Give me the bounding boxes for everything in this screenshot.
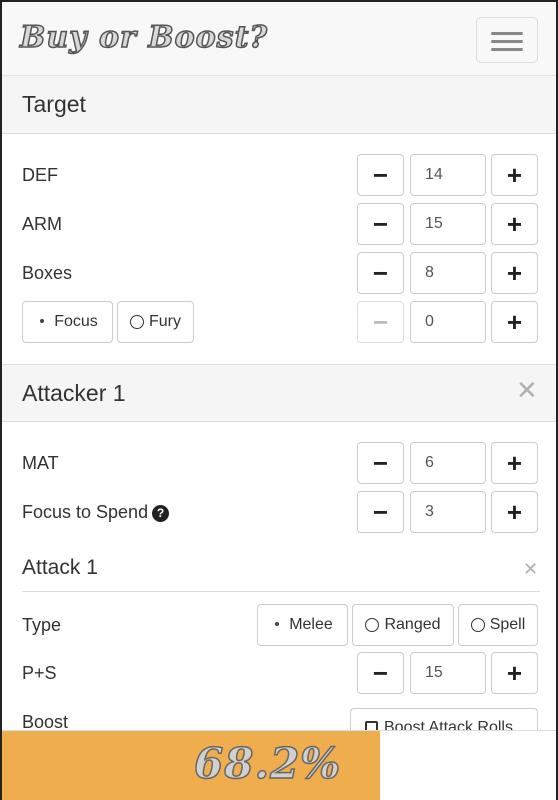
attacker-title: Attacker 1	[22, 380, 126, 406]
boxes-input[interactable]: 8	[410, 252, 486, 294]
ps-label: P+S	[22, 663, 57, 683]
mat-increment-button[interactable]: +	[491, 442, 538, 484]
focus-radio-label: Focus	[54, 313, 98, 330]
radio-unchecked-icon	[470, 618, 485, 632]
plus-icon: +	[506, 258, 523, 288]
mat-input[interactable]: 6	[410, 442, 486, 484]
focus-to-spend-label: Focus to Spend	[22, 502, 149, 522]
def-input[interactable]: 14	[410, 154, 486, 196]
boxes-label: Boxes	[22, 263, 73, 283]
probability-text: 68.2%	[193, 738, 342, 789]
resource-decrement-button[interactable]: −	[357, 301, 404, 343]
target-section-header: Target	[2, 76, 556, 134]
close-icon[interactable]: ✕	[516, 377, 538, 403]
hamburger-icon-bar	[491, 40, 523, 43]
plus-icon: +	[506, 307, 523, 337]
ps-increment-button[interactable]: +	[491, 652, 538, 694]
radio-checked-icon	[272, 619, 285, 631]
spell-radio-button[interactable]: Spell	[458, 604, 538, 646]
fury-radio-label: Fury	[149, 313, 181, 330]
ranged-radio-label: Ranged	[384, 616, 441, 633]
minus-icon: −	[372, 258, 389, 288]
question-circle-icon[interactable]: ?	[152, 505, 170, 522]
boxes-increment-button[interactable]: +	[491, 252, 538, 294]
attack-divider	[22, 591, 540, 592]
resource-input[interactable]: 0	[410, 301, 486, 343]
hamburger-icon-bar	[491, 48, 523, 51]
ps-decrement-button[interactable]: −	[357, 652, 404, 694]
mat-label: MAT	[22, 453, 59, 473]
def-label: DEF	[22, 165, 58, 185]
def-decrement-button[interactable]: −	[357, 154, 404, 196]
brand-logo[interactable]: Buy or Boost?	[19, 19, 268, 56]
plus-icon: +	[506, 658, 523, 688]
radio-unchecked-icon	[365, 618, 380, 632]
melee-radio-button[interactable]: Melee	[257, 604, 348, 646]
radio-checked-icon	[37, 316, 50, 328]
focus-spend-decrement-button[interactable]: −	[357, 491, 404, 533]
plus-icon: +	[506, 209, 523, 239]
focus-to-spend-row: Focus to Spend?	[22, 502, 170, 523]
mat-decrement-button[interactable]: −	[357, 442, 404, 484]
minus-icon: −	[372, 209, 389, 239]
resource-increment-button[interactable]: +	[491, 301, 538, 343]
focus-spend-increment-button[interactable]: +	[491, 491, 538, 533]
melee-radio-label: Melee	[289, 616, 333, 633]
boxes-decrement-button[interactable]: −	[357, 252, 404, 294]
arm-decrement-button[interactable]: −	[357, 203, 404, 245]
minus-icon: −	[372, 160, 389, 190]
plus-icon: +	[506, 448, 523, 478]
radio-unchecked-icon	[130, 315, 144, 329]
minus-icon: −	[372, 658, 389, 688]
fury-radio-button[interactable]: Fury	[117, 301, 194, 343]
arm-increment-button[interactable]: +	[491, 203, 538, 245]
def-increment-button[interactable]: +	[491, 154, 538, 196]
focus-spend-input[interactable]: 3	[410, 491, 486, 533]
target-title: Target	[22, 91, 86, 117]
plus-icon: +	[506, 160, 523, 190]
menu-toggle-button[interactable]	[476, 17, 538, 63]
ps-input[interactable]: 15	[410, 652, 486, 694]
minus-icon: −	[372, 307, 389, 337]
navbar: Buy or Boost?	[2, 2, 556, 76]
minus-icon: −	[372, 448, 389, 478]
close-icon[interactable]: ✕	[523, 560, 538, 578]
spell-radio-label: Spell	[489, 616, 526, 633]
attacker-section-header: Attacker 1 ✕	[2, 364, 556, 422]
arm-label: ARM	[22, 214, 62, 234]
attack-title: Attack 1	[22, 556, 98, 579]
type-label: Type	[22, 615, 62, 635]
hamburger-icon	[491, 32, 523, 35]
plus-icon: +	[506, 497, 523, 527]
minus-icon: −	[372, 497, 389, 527]
result-bar: 68.2%	[2, 730, 556, 800]
ranged-radio-button[interactable]: Ranged	[352, 604, 454, 646]
arm-input[interactable]: 15	[410, 203, 486, 245]
focus-radio-button[interactable]: Focus	[22, 301, 113, 343]
